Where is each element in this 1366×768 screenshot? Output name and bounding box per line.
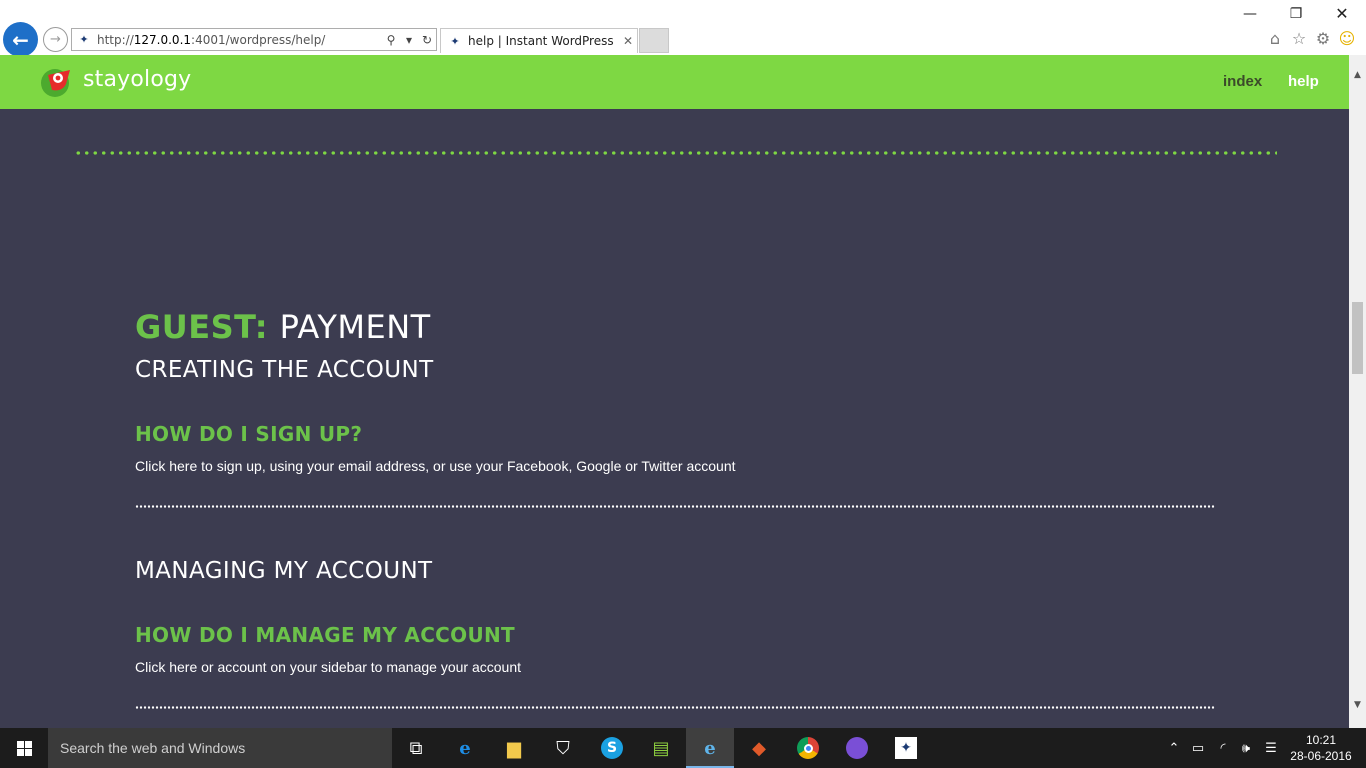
taskbar-clock[interactable]: 10:21 28-06-2016 xyxy=(1288,732,1354,764)
file-explorer-icon[interactable]: ▆ xyxy=(490,728,538,768)
dropdown-icon[interactable]: ▾ xyxy=(400,33,418,47)
stayology-logo[interactable] xyxy=(40,64,76,100)
refresh-icon[interactable]: ↻ xyxy=(418,33,436,47)
site-favicon-icon: ✦ xyxy=(79,32,89,46)
gear-icon[interactable]: ⚙ xyxy=(1314,29,1332,49)
answer-sign-up[interactable]: Click here to sign up, using your email … xyxy=(135,458,736,474)
store-icon[interactable]: ⛉ xyxy=(539,728,587,768)
skype-icon[interactable]: S xyxy=(588,728,636,768)
close-window-button[interactable]: ✕ xyxy=(1322,4,1362,24)
browser-tab[interactable]: ✦ help | Instant WordPress ✕ xyxy=(440,28,638,53)
close-icon[interactable]: ✕ xyxy=(619,34,637,48)
page-title: GUEST: PAYMENT xyxy=(135,308,431,346)
page-scrollbar[interactable]: ▲ ▼ xyxy=(1349,55,1366,728)
answer-manage-account[interactable]: Click here or account on your sidebar to… xyxy=(135,659,521,675)
nav-help-link[interactable]: help xyxy=(1288,73,1319,90)
smiley-icon[interactable]: ☺ xyxy=(1338,29,1356,49)
clock-time: 10:21 xyxy=(1305,733,1337,747)
logo-text[interactable]: stayology xyxy=(83,67,191,92)
section-title-managing-account: MANAGING MY ACCOUNT xyxy=(135,558,433,584)
notepad-icon[interactable]: ▤ xyxy=(637,728,685,768)
clock-date: 28-06-2016 xyxy=(1290,749,1352,763)
address-url[interactable]: http://127.0.0.1:4001/wordpress/help/ xyxy=(97,33,382,47)
taskbar-search-input[interactable]: Search the web and Windows xyxy=(48,728,392,768)
wifi-icon[interactable]: ◜ xyxy=(1212,728,1234,768)
browser-chrome: ← → ✦ http://127.0.0.1:4001/wordpress/he… xyxy=(0,0,1366,57)
tab-favicon-icon: ✦ xyxy=(450,34,460,48)
browser-toolbar: ⌂ ☆ ⚙ ☺ xyxy=(1266,29,1356,49)
scroll-up-icon[interactable]: ▲ xyxy=(1349,67,1366,84)
notifications-icon[interactable]: ☰ xyxy=(1260,728,1282,768)
site-header: stayology index help xyxy=(0,55,1349,109)
github-icon[interactable] xyxy=(833,728,881,768)
scroll-down-icon[interactable]: ▼ xyxy=(1349,697,1366,714)
address-bar[interactable]: ✦ http://127.0.0.1:4001/wordpress/help/ … xyxy=(71,28,437,51)
scroll-thumb[interactable] xyxy=(1352,302,1363,374)
windows-logo-icon xyxy=(16,740,32,756)
forward-arrow-icon: → xyxy=(50,32,61,47)
dotted-divider xyxy=(135,706,1215,709)
start-button[interactable] xyxy=(0,728,48,768)
main-content: GUEST: PAYMENT CREATING THE ACCOUNT HOW … xyxy=(0,109,1349,728)
dotted-divider xyxy=(74,151,1277,155)
show-hidden-icons-icon[interactable]: ⌃ xyxy=(1165,728,1183,768)
internet-explorer-icon[interactable]: e xyxy=(686,728,734,768)
home-icon[interactable]: ⌂ xyxy=(1266,29,1284,49)
dotted-divider xyxy=(135,505,1215,508)
edge-icon[interactable]: e xyxy=(441,728,489,768)
battery-icon[interactable]: ▭ xyxy=(1188,728,1208,768)
section-title-creating-account: CREATING THE ACCOUNT xyxy=(135,357,434,383)
task-view-icon[interactable]: ⧉ xyxy=(392,728,440,768)
search-icon[interactable]: ⚲ xyxy=(382,33,400,47)
back-arrow-icon: ← xyxy=(12,27,29,52)
star-icon[interactable]: ☆ xyxy=(1290,29,1308,49)
new-tab-button[interactable] xyxy=(639,28,669,53)
question-manage-account: HOW DO I MANAGE MY ACCOUNT xyxy=(135,623,515,647)
back-button[interactable]: ← xyxy=(3,22,38,57)
question-sign-up: HOW DO I SIGN UP? xyxy=(135,422,363,446)
restore-button[interactable]: ❐ xyxy=(1276,4,1316,24)
forward-button[interactable]: → xyxy=(43,27,68,52)
instant-wordpress-icon[interactable]: ✦ xyxy=(882,728,930,768)
git-icon[interactable]: ◆ xyxy=(735,728,783,768)
nav-index-link[interactable]: index xyxy=(1223,73,1262,90)
chrome-icon[interactable] xyxy=(784,728,832,768)
tab-title: help | Instant WordPress xyxy=(468,34,614,48)
volume-icon[interactable]: 🕪 xyxy=(1236,728,1256,768)
taskbar: Search the web and Windows ⧉ e ▆ ⛉ S ▤ e… xyxy=(0,728,1366,768)
minimize-button[interactable]: — xyxy=(1230,4,1270,24)
